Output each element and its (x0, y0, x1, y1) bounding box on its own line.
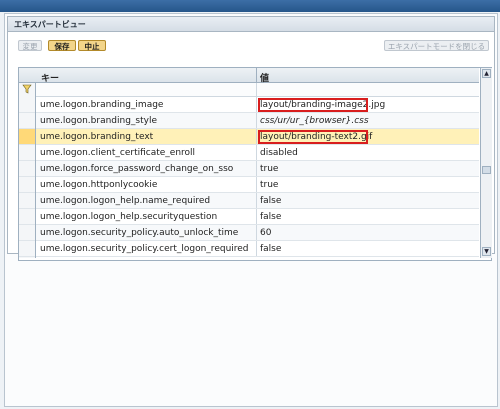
row-selector[interactable] (19, 193, 35, 209)
row-selector[interactable] (19, 161, 35, 177)
table-row[interactable]: ume.logon.force_password_change_on_sso t… (36, 161, 479, 177)
table-row[interactable]: ume.logon.logon_help.name_required false (36, 193, 479, 209)
scroll-down-icon[interactable]: ▼ (482, 247, 491, 256)
table-row[interactable]: ume.logon.client_certificate_enroll disa… (36, 145, 479, 161)
property-value[interactable]: false (260, 196, 281, 206)
panel-title: エキスパートビュー (14, 20, 86, 29)
panel-title-bar: エキスパートビュー (8, 17, 494, 32)
property-key: ume.logon.security_policy.auto_unlock_ti… (40, 228, 239, 238)
table-row[interactable]: ume.logon.security_policy.auto_unlock_ti… (36, 225, 479, 241)
row-selector[interactable] (19, 145, 35, 161)
property-key: ume.logon.httponlycookie (40, 180, 158, 190)
table-row[interactable]: ume.logon.logon_help.securityquestion fa… (36, 209, 479, 225)
change-button[interactable]: 変更 (18, 40, 42, 51)
row-selector[interactable] (19, 209, 35, 225)
property-key: ume.logon.logon_help.name_required (40, 196, 211, 206)
property-value[interactable]: disabled (260, 148, 298, 158)
vertical-scrollbar[interactable]: ▲ ▼ (480, 68, 492, 258)
table-row[interactable]: ume.logon.branding_style css/ur/ur_{brow… (36, 113, 479, 129)
value-highlight-box (258, 98, 368, 112)
row-selector-selected[interactable] (19, 129, 35, 145)
main-frame: エキスパートビュー 変更 保存 中止 エキスパートモードを閉じる キー 値 um… (4, 13, 498, 407)
table-row[interactable]: ume.logon.httponlycookie true (36, 177, 479, 193)
property-value[interactable]: 60 (260, 228, 271, 238)
property-key: ume.logon.force_password_change_on_sso (40, 164, 234, 174)
row-selector[interactable] (19, 97, 35, 113)
properties-grid: キー 値 ume.logon.branding_image layout/bra… (18, 67, 492, 261)
save-button[interactable]: 保存 (48, 40, 76, 51)
property-key: ume.logon.branding_image (40, 100, 164, 110)
property-key: ume.logon.security_policy.cert_logon_req… (40, 244, 249, 254)
toolbar: 変更 保存 中止 エキスパートモードを閉じる (8, 32, 494, 52)
filter-row[interactable] (36, 83, 479, 97)
row-selector[interactable] (19, 113, 35, 129)
grid-header: キー 値 (19, 68, 479, 84)
property-value[interactable]: css/ur/ur_{browser}.css (260, 116, 369, 126)
filter-icon[interactable] (22, 84, 32, 94)
scroll-thumb[interactable] (482, 166, 491, 174)
close-expert-mode-button[interactable]: エキスパートモードを閉じる (384, 40, 489, 51)
row-selector[interactable] (19, 177, 35, 193)
row-selector[interactable] (19, 241, 35, 257)
property-value[interactable]: false (260, 212, 281, 222)
cancel-button[interactable]: 中止 (78, 40, 106, 51)
value-highlight-box (258, 130, 368, 144)
property-value[interactable]: true (260, 164, 278, 174)
row-selector[interactable] (19, 225, 35, 241)
table-row[interactable]: ume.logon.security_policy.cert_logon_req… (36, 241, 479, 257)
property-key: ume.logon.branding_text (40, 132, 154, 142)
expert-view-panel: エキスパートビュー 変更 保存 中止 エキスパートモードを閉じる キー 値 um… (7, 16, 495, 261)
property-value[interactable]: false (260, 244, 281, 254)
property-key: ume.logon.branding_style (40, 116, 158, 126)
property-key: ume.logon.client_certificate_enroll (40, 148, 196, 158)
property-value[interactable]: true (260, 180, 278, 190)
scroll-up-icon[interactable]: ▲ (482, 69, 491, 78)
property-key: ume.logon.logon_help.securityquestion (40, 212, 218, 222)
window-top-bar (0, 0, 500, 12)
